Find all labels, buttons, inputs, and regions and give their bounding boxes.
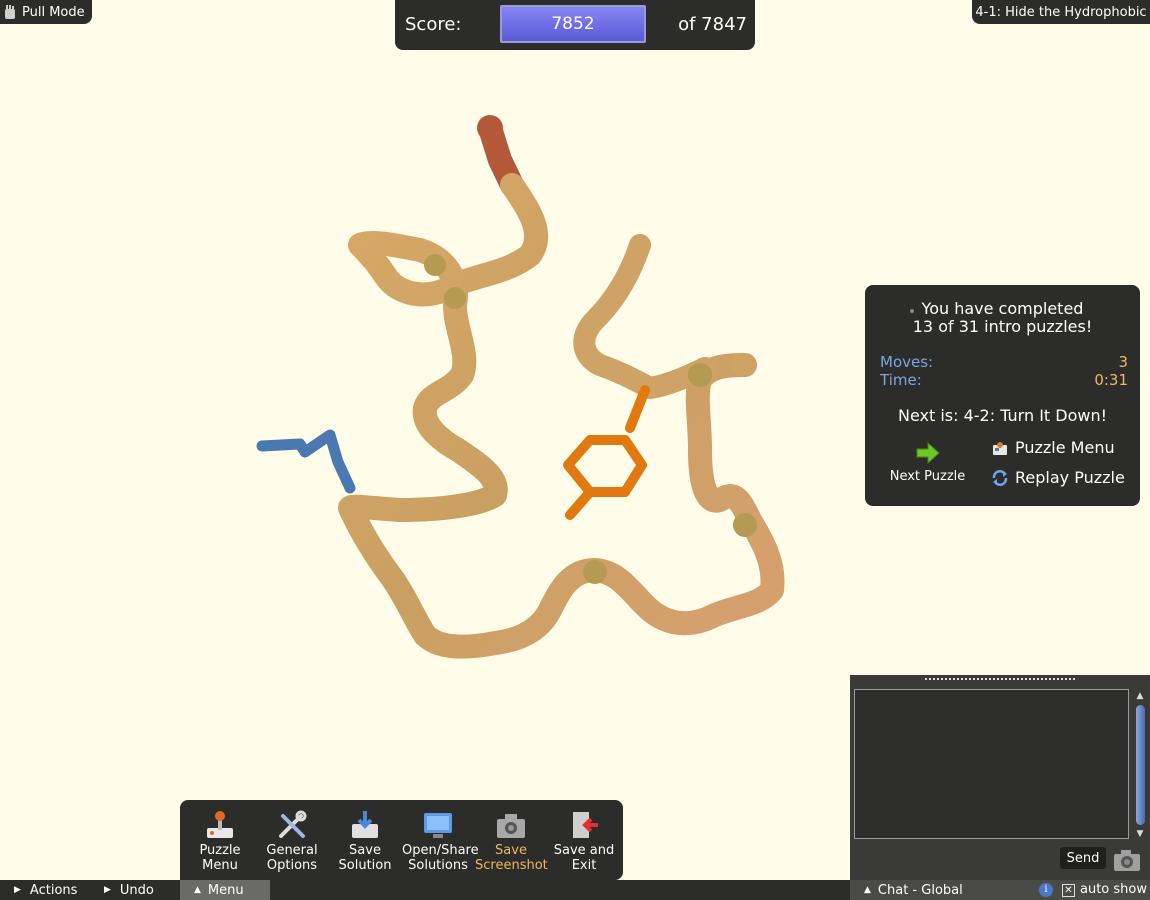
hydrophobic-joint bbox=[424, 254, 446, 276]
save-screenshot-button[interactable]: Save Screenshot bbox=[475, 808, 548, 873]
completion-message-line2: 13 of 31 intro puzzles! bbox=[912, 317, 1093, 336]
puzzle-title: 4-1: Hide the Hydrophobic bbox=[972, 0, 1150, 24]
puzzle-title-text: 4-1: Hide the Hydrophobic bbox=[975, 4, 1147, 20]
expand-up-icon: ▲ bbox=[864, 885, 871, 895]
hydrophobic-joint bbox=[688, 363, 712, 387]
tray-label: Save Solution bbox=[338, 843, 392, 873]
backbone-segment bbox=[338, 173, 785, 659]
info-icon[interactable]: i bbox=[1039, 883, 1053, 897]
general-options-button[interactable]: General Options bbox=[256, 808, 328, 873]
protein-backbone[interactable] bbox=[338, 115, 785, 659]
time-label: Time: bbox=[880, 371, 922, 389]
moves-label: Moves: bbox=[880, 353, 934, 371]
auto-show-label: auto show bbox=[1080, 882, 1147, 897]
tray-label: Open/Share Solutions bbox=[402, 843, 479, 873]
next-puzzle-label: Next Puzzle bbox=[889, 469, 966, 484]
chat-log[interactable] bbox=[854, 689, 1129, 839]
hydrophobic-joint bbox=[733, 513, 757, 537]
save-and-exit-button[interactable]: Save and Exit bbox=[548, 808, 620, 873]
hand-icon bbox=[5, 5, 15, 19]
replay-puzzle-button[interactable]: Replay Puzzle bbox=[991, 468, 1125, 487]
tray-label: Save and Exit bbox=[553, 843, 615, 873]
save-solution-icon bbox=[352, 811, 378, 838]
monitor-icon bbox=[424, 813, 452, 838]
next-puzzle-button[interactable]: Next Puzzle bbox=[885, 441, 970, 491]
menu-tray: Puzzle Menu General Options Save Solution O… bbox=[180, 800, 623, 880]
hydrophobic-joint bbox=[444, 287, 466, 309]
puzzle-menu-tray-button[interactable]: Puzzle Menu bbox=[184, 808, 256, 873]
exit-door-icon bbox=[573, 812, 598, 838]
score-panel: Score: 7852 of 7847 bbox=[395, 0, 755, 50]
expand-right-icon: ▶ bbox=[14, 885, 21, 895]
tray-label: General Options bbox=[266, 843, 318, 873]
completion-panel: You have completed 13 of 31 intro puzzle… bbox=[865, 285, 1140, 506]
open-share-solutions-button[interactable]: Open/Share Solutions bbox=[402, 808, 479, 873]
actions-button[interactable]: ▶ Actions bbox=[14, 880, 77, 900]
chat-channel-label: Chat - Global bbox=[877, 882, 963, 898]
chat-resize-grip[interactable] bbox=[925, 678, 1075, 682]
undo-label: Undo bbox=[119, 882, 154, 898]
menu-label: Menu bbox=[207, 882, 244, 898]
next-puzzle-info: Next is: 4-2: Turn It Down! bbox=[897, 406, 1108, 425]
score-label: Score: bbox=[405, 14, 462, 35]
moves-value: 3 bbox=[1118, 353, 1128, 371]
backbone-end bbox=[629, 234, 651, 256]
undo-button[interactable]: ▶ Undo bbox=[104, 880, 154, 900]
scroll-up-arrow-icon[interactable]: ▲ bbox=[1134, 691, 1146, 701]
chat-panel: ▲ ▼ Send bbox=[850, 675, 1150, 880]
send-label: Send bbox=[1066, 850, 1100, 866]
save-solution-button[interactable]: Save Solution bbox=[329, 808, 401, 873]
camera-icon[interactable] bbox=[1112, 845, 1142, 873]
bottom-bar: ▶ Actions ▶ Undo ▲ Menu ▲ Chat - Global … bbox=[0, 880, 1150, 900]
tray-label: Save Screenshot bbox=[475, 843, 548, 873]
backbone-end bbox=[477, 115, 503, 141]
replay-puzzle-label: Replay Puzzle bbox=[1015, 468, 1125, 487]
puzzle-menu-label: Puzzle Menu bbox=[1015, 438, 1115, 457]
actions-label: Actions bbox=[29, 882, 78, 898]
scroll-down-arrow-icon[interactable]: ▼ bbox=[1134, 829, 1146, 839]
hydrophilic-sidechain[interactable] bbox=[256, 429, 356, 494]
completion-message-line1: You have completed bbox=[921, 299, 1084, 318]
expand-up-icon: ▲ bbox=[194, 885, 201, 895]
pull-mode-indicator[interactable]: Pull Mode bbox=[0, 0, 92, 24]
menu-tab[interactable]: ▲ Menu bbox=[180, 880, 270, 900]
send-button[interactable]: Send bbox=[1060, 847, 1106, 869]
replay-icon bbox=[992, 469, 1008, 486]
expand-right-icon: ▶ bbox=[104, 885, 111, 895]
puzzle-menu-icon bbox=[993, 441, 1007, 455]
tray-label: Puzzle Menu bbox=[199, 843, 241, 873]
pull-mode-label: Pull Mode bbox=[22, 4, 85, 20]
backbone-segment bbox=[573, 234, 716, 399]
joystick-icon bbox=[207, 811, 233, 838]
auto-show-checkbox[interactable]: ✕ bbox=[1062, 884, 1075, 897]
time-value: 0:31 bbox=[1094, 371, 1128, 389]
green-arrow-icon bbox=[916, 441, 940, 465]
camera-icon bbox=[497, 814, 525, 838]
tools-icon bbox=[279, 810, 307, 838]
scroll-thumb[interactable] bbox=[1135, 705, 1145, 825]
chat-scrollbar[interactable]: ▲ ▼ bbox=[1134, 691, 1146, 841]
hydrophobic-joint bbox=[583, 560, 607, 584]
backbone-end bbox=[731, 353, 753, 375]
score-display: 7852 bbox=[500, 5, 646, 43]
puzzle-menu-button[interactable]: Puzzle Menu bbox=[991, 438, 1115, 457]
hydrophobic-sidechain[interactable] bbox=[563, 385, 650, 520]
score-value: 7852 bbox=[551, 14, 595, 34]
score-target: of 7847 bbox=[678, 14, 747, 35]
